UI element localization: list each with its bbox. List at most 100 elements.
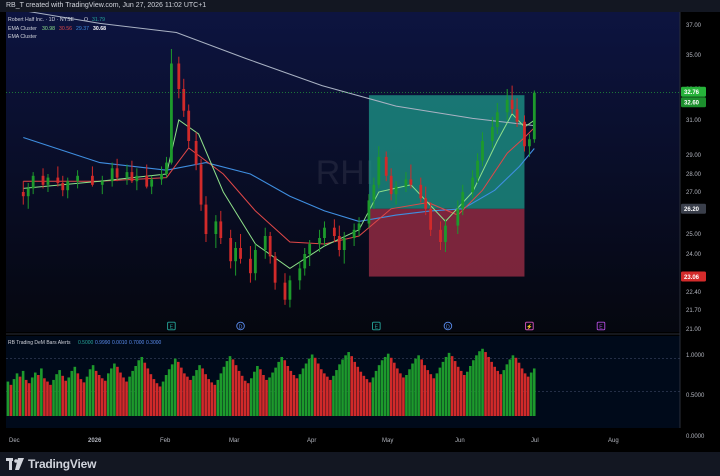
osc-bar: [128, 376, 131, 416]
osc-bar: [447, 352, 451, 416]
candle-body: [26, 188, 30, 197]
legend-symbol: Robert Half Inc. · 1D · NYSE: [8, 17, 75, 23]
osc-bar: [49, 384, 52, 416]
price-tick-label: 28.00: [686, 172, 702, 178]
osc-bar: [122, 377, 125, 416]
osc-bar: [496, 370, 500, 416]
candle-body: [367, 200, 371, 224]
chart-canvas[interactable]: RHI EDED⚡E 37.0035.0033.0031.0029.0028.0…: [0, 12, 720, 452]
osc-bar: [286, 365, 290, 416]
osc-bar: [365, 379, 369, 416]
osc-bar: [222, 366, 226, 416]
candle-body: [249, 258, 252, 274]
price-tick-label: 21.00: [686, 327, 702, 333]
osc-bar: [106, 373, 110, 416]
candle-body: [384, 156, 388, 176]
osc-bar: [532, 368, 536, 416]
candle-body: [456, 208, 460, 226]
osc-bar: [91, 365, 95, 416]
osc-bar: [277, 361, 280, 416]
osc-bar: [374, 370, 378, 416]
entry-price-badge: 26.20: [681, 203, 706, 214]
tradingview-logo[interactable]: TradingView: [6, 457, 96, 471]
legend-ohlc-value: 31.79: [92, 17, 105, 23]
osc-bar: [24, 379, 28, 416]
osc-bar: [326, 376, 329, 416]
osc-bar: [307, 358, 311, 416]
price-tick-label: 31.00: [686, 118, 702, 124]
time-tick-label: Jun: [455, 438, 465, 444]
osc-bar: [298, 374, 302, 416]
osc-value-3: 0.7000: [129, 340, 145, 346]
osc-bar: [243, 380, 247, 416]
price-tick-label: 24.00: [686, 252, 702, 258]
osc-bar: [259, 369, 262, 416]
osc-bar: [490, 361, 493, 416]
osc-bar: [240, 375, 244, 416]
candle: [170, 49, 173, 165]
osc-bar: [167, 369, 171, 416]
osc-bar: [246, 383, 250, 416]
osc-bar: [292, 375, 296, 416]
osc-bar: [469, 365, 472, 416]
osc-bar: [85, 376, 89, 416]
legend-ema-title: EMA Cluster: [8, 26, 37, 32]
osc-bar: [295, 378, 299, 416]
candle: [199, 158, 203, 211]
osc-bar: [256, 365, 259, 416]
osc-bar: [362, 375, 366, 416]
candle-body: [332, 227, 336, 236]
osc-bar: [438, 367, 442, 416]
candle-body: [194, 141, 198, 165]
candle-body: [357, 223, 361, 230]
osc-bar: [131, 370, 134, 416]
price-tick-label: 21.70: [686, 308, 702, 314]
candle-body: [130, 172, 134, 182]
osc-bar: [82, 382, 86, 416]
osc-bar: [405, 375, 408, 416]
candle-body: [342, 238, 346, 250]
osc-bar: [30, 377, 34, 416]
osc-bar: [213, 384, 217, 416]
osc-bar: [140, 356, 144, 416]
candle-body: [199, 164, 203, 205]
osc-bar: [21, 370, 25, 416]
osc-bar: [499, 374, 503, 416]
stop-price-badge: 23.06: [681, 271, 706, 282]
osc-bar: [283, 360, 287, 416]
candle-body: [308, 244, 312, 254]
candle-body: [125, 172, 129, 178]
osc-bar: [152, 379, 156, 416]
osc-value-0: 0.5000: [78, 340, 94, 346]
candle-body: [170, 63, 173, 163]
osc-bar: [338, 364, 341, 416]
osc-bar: [450, 356, 454, 416]
candle-body: [187, 110, 191, 141]
candle-body: [229, 238, 233, 262]
osc-bar: [210, 382, 214, 416]
osc-bar: [529, 372, 533, 416]
candle-body: [352, 229, 356, 238]
osc-bar: [356, 366, 360, 416]
osc-bar: [27, 383, 31, 416]
candle-body: [100, 181, 104, 185]
time-tick-label: Jul: [531, 438, 539, 444]
osc-bar: [149, 374, 153, 416]
osc-bar: [341, 359, 344, 416]
osc-bar: [484, 352, 487, 416]
osc-bar: [195, 370, 198, 416]
osc-bar: [435, 373, 439, 416]
osc-bar: [353, 361, 357, 416]
candle-body: [214, 221, 218, 234]
candle-body: [481, 141, 484, 161]
osc-bar: [110, 368, 113, 416]
osc-bar: [502, 370, 506, 416]
candle-body: [303, 254, 307, 269]
snapshot-header: RB_T created with TradingView.com, Jun 2…: [0, 0, 720, 12]
candle-body: [424, 198, 428, 209]
osc-bar: [198, 365, 201, 416]
osc-bar: [40, 368, 43, 416]
osc-bar: [33, 372, 37, 416]
osc-bar: [137, 360, 141, 416]
osc-bar: [420, 359, 423, 416]
